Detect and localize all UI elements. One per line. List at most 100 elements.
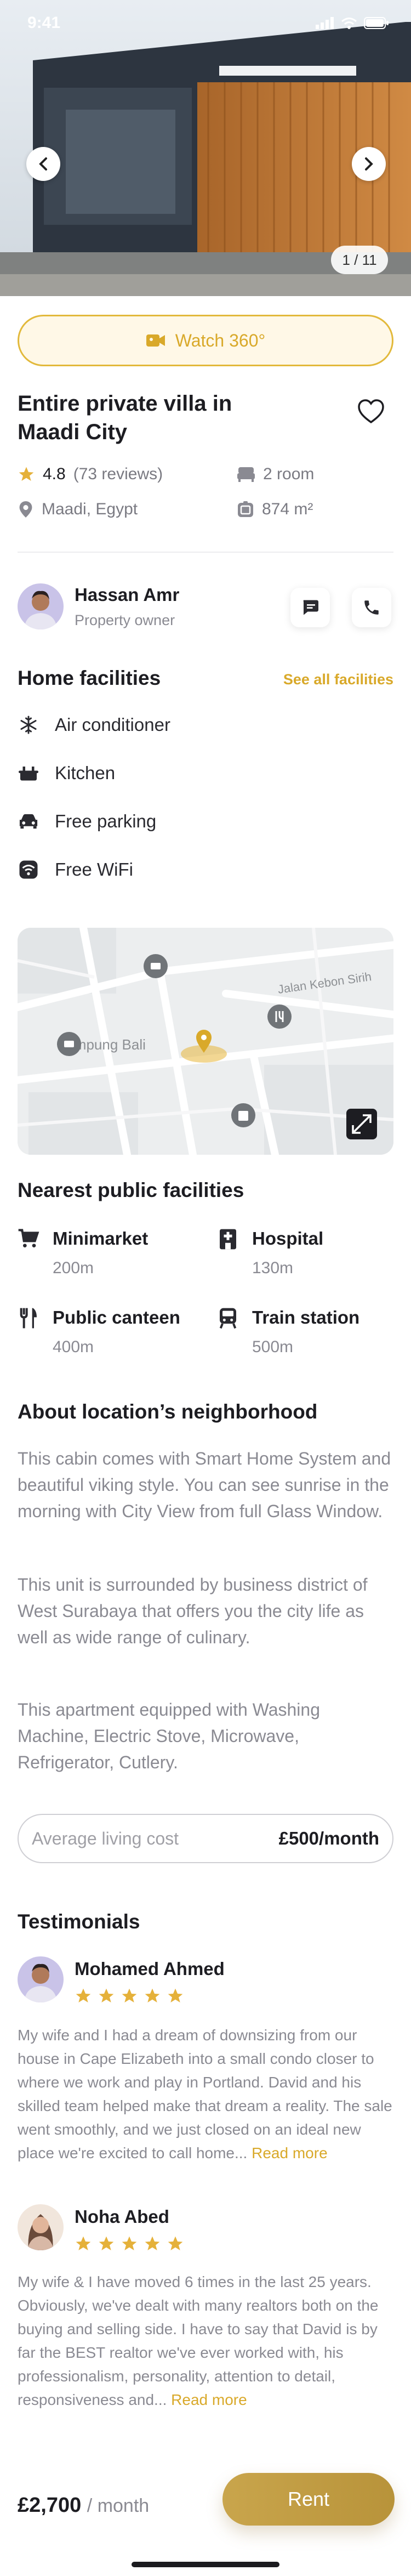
bed-icon bbox=[237, 467, 255, 482]
divider bbox=[18, 552, 393, 553]
watch-360-button[interactable]: Watch 360° bbox=[18, 315, 393, 366]
star-icon bbox=[145, 2236, 160, 2250]
star-icon bbox=[122, 2236, 137, 2250]
review-body: My wife and I had a dream of downsizing … bbox=[18, 2027, 392, 2161]
area-row: 874 m² bbox=[237, 500, 313, 519]
review-body: My wife & I have moved 6 times in the la… bbox=[18, 2273, 379, 2408]
message-owner-button[interactable] bbox=[290, 588, 330, 627]
read-more-link[interactable]: Read more bbox=[171, 2391, 247, 2408]
facility-item: Kitchen bbox=[18, 757, 115, 790]
reviewer-name: Noha Abed bbox=[75, 2206, 169, 2227]
public-facility-name: Hospital bbox=[252, 1228, 324, 1249]
facility-item: Free WiFi bbox=[18, 853, 133, 886]
public-facility-item: Public canteen 400m bbox=[18, 1307, 180, 1357]
star-icon bbox=[168, 2236, 183, 2250]
public-facility-distance: 500m bbox=[252, 1338, 294, 1356]
public-facility-name: Minimarket bbox=[53, 1228, 149, 1249]
star-icon bbox=[99, 2236, 114, 2250]
map-poi-icon bbox=[57, 1032, 81, 1056]
kitchen-icon bbox=[18, 762, 39, 784]
public-facility-item: Hospital 130m bbox=[217, 1228, 323, 1278]
watch-360-label: Watch 360° bbox=[175, 330, 266, 350]
star-icon bbox=[76, 2236, 91, 2250]
reviewer-avatar-image bbox=[18, 2204, 64, 2250]
listing-title: Entire private villa in Maadi City bbox=[18, 391, 232, 444]
cart-icon bbox=[18, 1229, 39, 1247]
owner-name: Hassan Amr bbox=[75, 585, 180, 605]
favorite-heart-icon[interactable] bbox=[356, 397, 386, 427]
map-canvas: Jalan Kebon Sirih Kampung Bali bbox=[18, 928, 393, 1155]
expand-map-icon[interactable] bbox=[346, 1109, 377, 1139]
facility-label: Free parking bbox=[55, 811, 157, 831]
map-poi-icon bbox=[231, 1103, 255, 1127]
read-more-link[interactable]: Read more bbox=[252, 2144, 328, 2161]
star-icon bbox=[19, 467, 34, 481]
call-owner-button[interactable] bbox=[352, 588, 391, 627]
about-paragraph: This cabin comes with Smart Home System … bbox=[18, 1449, 391, 1521]
public-facility-item: Minimarket 200m bbox=[18, 1228, 148, 1278]
car-icon bbox=[18, 810, 39, 832]
price-period: / month bbox=[87, 2495, 150, 2516]
battery-icon bbox=[364, 17, 389, 29]
testimonials-title: Testimonials bbox=[18, 1910, 140, 1933]
public-facility-distance: 400m bbox=[53, 1338, 94, 1356]
location-map[interactable]: Jalan Kebon Sirih Kampung Bali bbox=[18, 928, 393, 1155]
wifi-icon bbox=[18, 859, 39, 881]
public-facilities-title: Nearest public facilities bbox=[18, 1179, 244, 1201]
living-cost-value: £500/month bbox=[278, 1828, 379, 1848]
public-facility-name: Public canteen bbox=[53, 1307, 180, 1327]
review-count: (73 reviews) bbox=[73, 465, 163, 483]
public-facility-distance: 200m bbox=[53, 1259, 94, 1277]
reviewer-avatar-image bbox=[18, 1956, 64, 2002]
living-cost-field: Average living cost £500/month bbox=[18, 1814, 393, 1863]
snowflake-icon bbox=[18, 714, 39, 736]
owner-avatar-image bbox=[18, 583, 64, 629]
owner-avatar[interactable] bbox=[18, 583, 64, 629]
home-facilities-title: Home facilities bbox=[18, 667, 161, 689]
reviewer-avatar bbox=[18, 2204, 64, 2250]
star-icon bbox=[168, 1988, 183, 2002]
status-icons bbox=[316, 17, 389, 29]
rooms-value: 2 room bbox=[263, 465, 315, 483]
location-row: Maadi, Egypt bbox=[18, 500, 138, 519]
reviewer-avatar bbox=[18, 1956, 64, 2002]
price: £2,700 / month bbox=[18, 2494, 149, 2517]
about-title: About location’s neighborhood bbox=[18, 1400, 318, 1423]
review-text: My wife & I have moved 6 times in the la… bbox=[18, 2270, 396, 2412]
facility-label: Kitchen bbox=[55, 763, 116, 783]
see-all-facilities-link[interactable]: See all facilities bbox=[283, 671, 393, 688]
home-indicator bbox=[132, 2562, 279, 2567]
location-value: Maadi, Egypt bbox=[42, 500, 138, 518]
area-icon bbox=[238, 501, 253, 517]
map-poi-icon bbox=[267, 1005, 292, 1029]
reviewer-name: Mohamed Ahmed bbox=[75, 1959, 225, 1979]
about-paragraph: This apartment equipped with Washing Mac… bbox=[18, 1700, 320, 1772]
owner-role: Property owner bbox=[75, 612, 175, 628]
next-photo-button[interactable] bbox=[352, 147, 386, 181]
public-facility-distance: 130m bbox=[252, 1259, 294, 1277]
status-bar: 9:41 bbox=[27, 12, 389, 34]
location-pin-icon bbox=[19, 501, 32, 518]
public-facility-item: Train station 500m bbox=[217, 1307, 359, 1357]
facility-item: Air conditioner bbox=[18, 708, 170, 741]
reviewer-rating bbox=[75, 1987, 184, 2005]
rooms-row: 2 room bbox=[237, 465, 314, 484]
train-icon bbox=[219, 1308, 237, 1329]
price-value: £2,700 bbox=[18, 2494, 82, 2517]
public-facility-name: Train station bbox=[252, 1307, 360, 1327]
prev-photo-button[interactable] bbox=[26, 147, 60, 181]
rating-value: 4.8 bbox=[43, 465, 66, 483]
hero-image[interactable]: 9:41 1 / 11 bbox=[0, 0, 411, 296]
photo-counter: 1 / 11 bbox=[331, 246, 388, 274]
facility-item: Free parking bbox=[18, 805, 156, 838]
star-icon bbox=[145, 1988, 160, 2002]
phone-icon bbox=[364, 600, 379, 615]
rent-button[interactable]: Rent bbox=[222, 2473, 395, 2526]
signal-icon bbox=[316, 17, 334, 29]
living-cost-label: Average living cost bbox=[32, 1828, 179, 1848]
wifi-status-icon bbox=[341, 18, 357, 29]
area-value: 874 m² bbox=[262, 500, 313, 518]
map-poi-icon bbox=[144, 954, 168, 978]
star-icon bbox=[99, 1988, 114, 2002]
reviewer-rating bbox=[75, 2235, 184, 2252]
